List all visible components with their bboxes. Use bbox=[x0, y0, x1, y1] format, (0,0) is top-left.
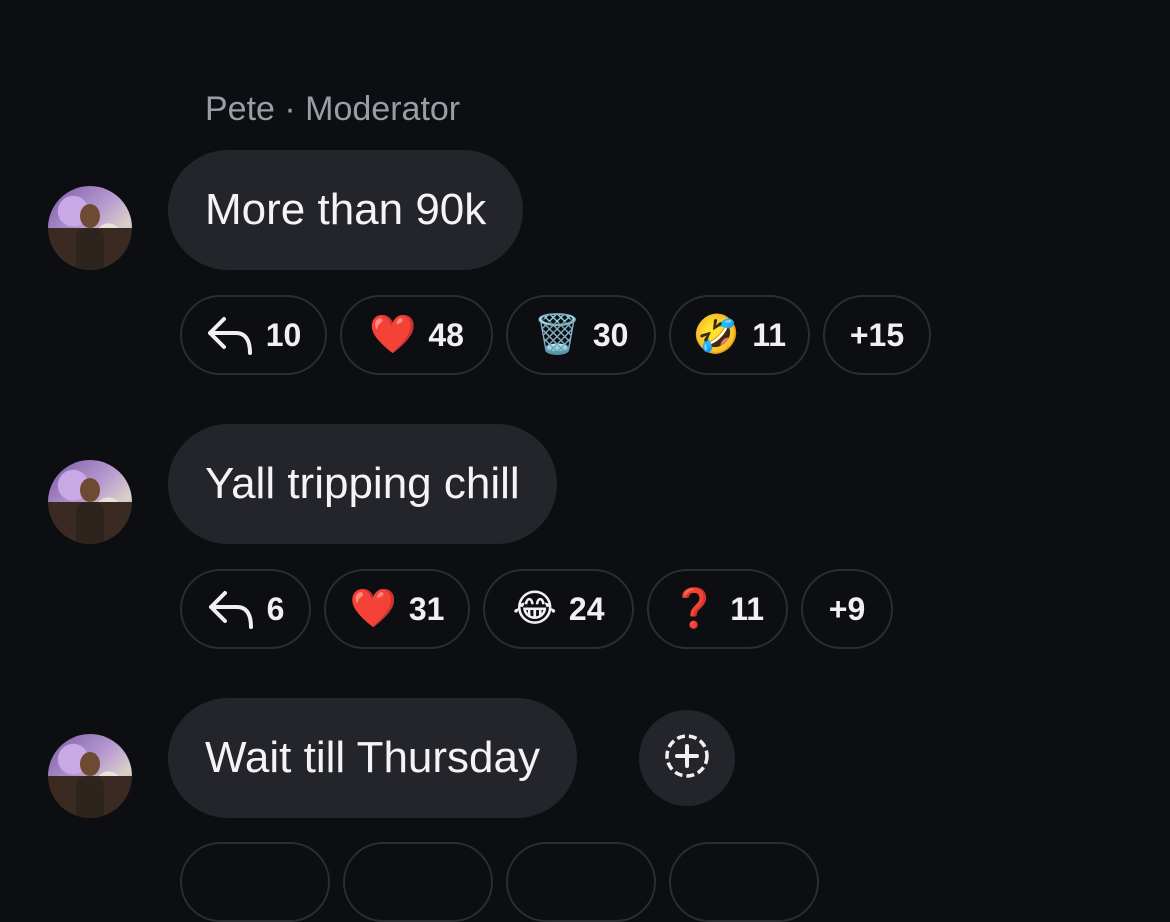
reaction-rofl[interactable]: 🤣 11 bbox=[669, 295, 810, 375]
more-count: +9 bbox=[828, 590, 866, 627]
add-reaction-icon bbox=[663, 732, 711, 785]
reply-icon bbox=[206, 315, 254, 355]
more-count: +15 bbox=[849, 316, 905, 353]
reaction-bar: 6 ❤️ 31 😂 24 ❓ 11 +9 bbox=[180, 569, 893, 649]
avatar[interactable] bbox=[48, 734, 132, 818]
reaction-heart[interactable]: ❤️ 48 bbox=[340, 295, 493, 375]
reply-count: 6 bbox=[266, 590, 285, 627]
message-text: More than 90k bbox=[205, 185, 487, 234]
reaction-count: 30 bbox=[592, 316, 629, 353]
reply-button[interactable]: 10 bbox=[180, 295, 327, 375]
reaction-bar-partial bbox=[180, 842, 819, 922]
reaction-pill[interactable] bbox=[506, 842, 656, 922]
reaction-count: 11 bbox=[730, 590, 765, 627]
heart-emoji: ❤️ bbox=[349, 588, 397, 630]
message-text: Wait till Thursday bbox=[205, 733, 540, 782]
more-reactions-button[interactable]: +9 bbox=[801, 569, 893, 649]
avatar[interactable] bbox=[48, 186, 132, 270]
add-reaction-button[interactable] bbox=[639, 710, 735, 806]
rofl-emoji: 🤣 bbox=[692, 314, 741, 356]
reaction-pill[interactable] bbox=[669, 842, 819, 922]
reaction-pill[interactable] bbox=[343, 842, 493, 922]
reaction-joy[interactable]: 😂 24 bbox=[483, 569, 634, 649]
reaction-pill[interactable] bbox=[180, 842, 330, 922]
reply-count: 10 bbox=[265, 316, 302, 353]
message-bubble[interactable]: Yall tripping chill bbox=[168, 424, 557, 544]
reaction-count: 24 bbox=[568, 590, 605, 627]
reaction-heart[interactable]: ❤️ 31 bbox=[324, 569, 470, 649]
reaction-bar: 10 ❤️ 48 🗑️ 30 🤣 11 +15 bbox=[180, 295, 931, 375]
message-text: Yall tripping chill bbox=[205, 459, 520, 508]
reaction-count: 48 bbox=[428, 316, 464, 353]
sender-label: Pete · Moderator bbox=[205, 90, 461, 128]
wastebasket-emoji: 🗑️ bbox=[533, 314, 581, 356]
avatar[interactable] bbox=[48, 460, 132, 544]
heart-emoji: ❤️ bbox=[369, 314, 417, 356]
question-emoji: ❓ bbox=[670, 588, 719, 630]
reaction-count: 11 bbox=[752, 316, 787, 353]
reaction-question[interactable]: ❓ 11 bbox=[647, 569, 788, 649]
message-bubble[interactable]: More than 90k bbox=[168, 150, 524, 270]
more-reactions-button[interactable]: +15 bbox=[823, 295, 931, 375]
message-bubble[interactable]: Wait till Thursday bbox=[168, 698, 577, 818]
joy-emoji: 😂 bbox=[512, 588, 557, 630]
reaction-wastebasket[interactable]: 🗑️ 30 bbox=[506, 295, 656, 375]
reply-button[interactable]: 6 bbox=[180, 569, 311, 649]
reaction-count: 31 bbox=[408, 590, 445, 627]
reply-icon bbox=[207, 589, 255, 629]
